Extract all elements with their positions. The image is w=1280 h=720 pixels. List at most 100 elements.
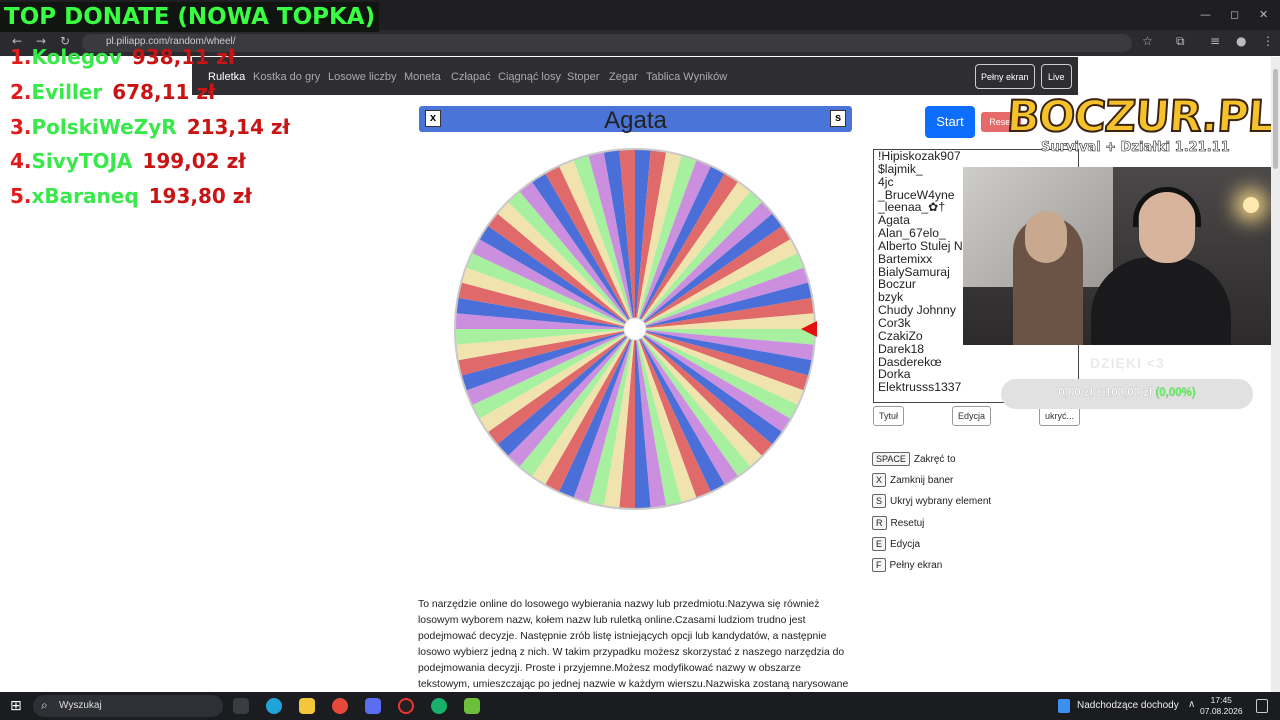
edge-icon[interactable] (266, 698, 282, 714)
nav-link-moneta[interactable]: Moneta (404, 71, 441, 83)
edit-button[interactable]: Edycja (952, 406, 992, 426)
tool-description: To narzędzie online do losowego wybieran… (418, 599, 849, 690)
boczur-logo: BOCZUR.PL Survival + Działki 1.21.11 (1003, 90, 1277, 162)
shortcut-key: R (872, 516, 887, 530)
tray-chevron-icon[interactable]: ∧ (1188, 699, 1195, 710)
page-scrollbar[interactable] (1271, 57, 1280, 692)
shortcut-label: Edycja (890, 539, 921, 550)
top-donate-title: TOP DONATE (NOWA TOPKA) (0, 2, 380, 32)
browser-menu-icon[interactable]: ⋮ (1262, 34, 1274, 48)
search-label: Wyszukaj (59, 700, 102, 711)
maximize-icon[interactable]: ◻ (1230, 8, 1239, 21)
shortcut-x: X Zamknij baner (872, 473, 953, 489)
extensions-icon[interactable]: ⧉ (1176, 34, 1185, 49)
menu-list-icon[interactable]: ≡ (1210, 34, 1220, 48)
clock-time: 17:45 (1210, 695, 1232, 705)
shortcut-f: F Pełny ekran (872, 558, 942, 574)
shortcut-r: R Resetuj (872, 516, 924, 532)
shortcut-e: E Edycja (872, 537, 920, 553)
windows-start-icon[interactable]: ⊞ (10, 698, 22, 714)
shortcut-key: F (872, 558, 886, 572)
shortcut-label: Ukryj wybrany element (890, 496, 992, 507)
ranking-entry-1: 1.Kolegov 938,11 zł (10, 45, 235, 69)
shortcut-key: E (872, 537, 887, 551)
nav-link-losowe-liczby[interactable]: Losowe liczby (328, 71, 396, 83)
rank-name: Kolegov (31, 45, 122, 69)
discord-icon[interactable] (365, 698, 381, 714)
rank-name: SivyTOJA (31, 149, 133, 173)
windows-taskbar: ⊞ ⌕ Wyszukaj Nadchodzące dochody ∧ 17:45… (0, 692, 1280, 720)
rank-name: xBaraneq (31, 184, 139, 208)
rank-number: 2. (10, 80, 32, 104)
minimize-icon[interactable]: — (1200, 8, 1211, 21)
site-navbar: Ruletka Kostka do gry Losowe liczby Mone… (192, 57, 1078, 95)
profile-avatar-icon[interactable]: ● (1236, 34, 1246, 48)
nav-link-kostka[interactable]: Kostka do gry (253, 71, 320, 83)
webcam-feed (963, 167, 1280, 345)
wheel-hub (623, 317, 647, 341)
rank-name: Eviller (31, 80, 103, 104)
goal-amount: 0,00 zł z 100,00 zł (1058, 387, 1153, 399)
app-green-icon[interactable] (431, 698, 447, 714)
goal-percent: (0,00%) (1155, 387, 1196, 399)
logo-main-text: BOCZUR.PL (1004, 91, 1277, 143)
shortcut-label: Resetuj (890, 518, 925, 529)
nav-link-ciagnac-losy[interactable]: Ciągnąć losy (498, 71, 561, 83)
widgets-text[interactable]: Nadchodzące dochody (1077, 700, 1179, 711)
taskbar-search[interactable]: ⌕ Wyszukaj (33, 695, 223, 717)
name-wheel[interactable] (452, 146, 818, 512)
start-button[interactable]: Start (925, 106, 975, 138)
notifications-icon[interactable] (1256, 699, 1268, 713)
rank-amount: 938,11 zł (131, 45, 236, 69)
person-right (1091, 257, 1231, 345)
minecraft-icon[interactable] (464, 698, 480, 714)
headphones (1133, 187, 1201, 227)
rank-amount: 199,02 zł (142, 149, 246, 173)
obs-icon[interactable] (398, 698, 414, 714)
chrome-icon[interactable] (332, 698, 348, 714)
shortcut-label: Pełny ekran (889, 560, 943, 571)
shortcut-label: Zakręć to (913, 454, 956, 465)
rank-number: 3. (10, 115, 32, 139)
bookmark-star-icon[interactable]: ☆ (1142, 34, 1153, 48)
rank-number: 1. (10, 45, 32, 69)
news-icon[interactable] (1058, 699, 1070, 713)
title-button[interactable]: Tytuł (873, 406, 905, 426)
address-bar[interactable]: pl.piliapp.com/random/wheel/ (82, 34, 1132, 52)
close-window-icon[interactable]: ✕ (1259, 8, 1268, 21)
rank-amount: 193,80 zł (148, 184, 252, 208)
fullscreen-button[interactable]: Pełny ekran (975, 64, 1035, 89)
result-banner: x Agata s (419, 106, 852, 134)
rank-number: 5. (10, 184, 32, 208)
hide-selected-button[interactable]: s (830, 110, 846, 127)
shortcut-space: SPACE Zakręć to (872, 452, 956, 468)
hide-button[interactable]: ukryć... (1039, 406, 1081, 426)
shortcut-s: S Ukryj wybrany element (872, 494, 991, 510)
shortcut-label: Zamknij baner (890, 475, 954, 486)
taskbar-clock[interactable]: 17:45 07.08.2026 (1200, 695, 1243, 717)
live-button[interactable]: Live (1041, 64, 1072, 89)
shortcut-key: S (872, 494, 887, 508)
rank-amount: 213,14 zł (186, 115, 290, 139)
ranking-entry-4: 4.SivyTOJA 199,02 zł (10, 149, 246, 173)
rank-name: PolskiWeZyR (31, 115, 177, 139)
file-explorer-icon[interactable] (299, 698, 315, 714)
task-view-icon[interactable] (233, 698, 249, 714)
rank-amount: 678,11 zł (112, 80, 216, 104)
scrollbar-thumb[interactable] (1273, 69, 1278, 169)
shortcut-key: SPACE (872, 452, 910, 466)
nav-link-tablica-wynikow[interactable]: Tablica Wyników (646, 71, 727, 83)
selected-name: Agata (604, 107, 667, 134)
ranking-entry-3: 3.PolskiWeZyR 213,14 zł (10, 115, 290, 139)
person-left-face (1025, 211, 1067, 263)
shortcut-key: X (872, 473, 887, 487)
logo-subtitle: Survival + Działki 1.21.11 (1041, 140, 1230, 156)
ranking-entry-5: 5.xBaraneq 193,80 zł (10, 184, 252, 208)
search-icon: ⌕ (41, 698, 48, 712)
nav-link-stoper[interactable]: Stoper (567, 71, 599, 83)
clock-date: 07.08.2026 (1200, 706, 1243, 716)
donation-goal-label: 0,00 zł z 100,00 zł (0,00%) (1001, 387, 1253, 399)
nav-link-czlapac[interactable]: Człapać (451, 71, 491, 83)
nav-link-zegar[interactable]: Zegar (609, 71, 638, 83)
screen: — ◻ ✕ pl.piliapp.com/random/wheel/ ← → ↻… (0, 0, 1280, 720)
